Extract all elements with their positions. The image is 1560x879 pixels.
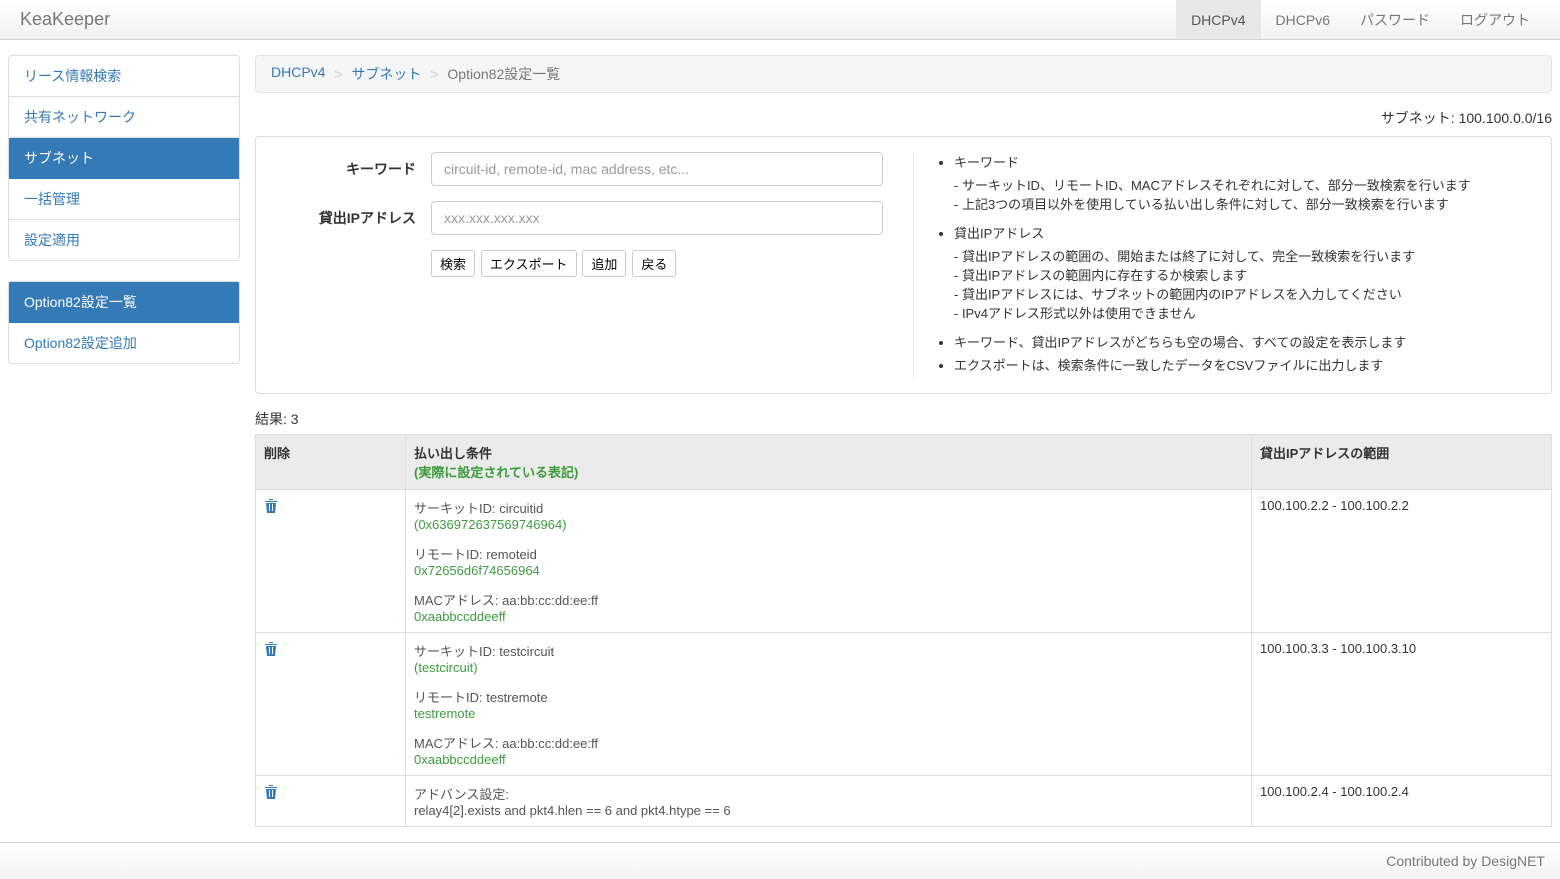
subnet-label: サブネット: 100.100.0.0/16	[255, 108, 1552, 128]
ip-range: 100.100.2.4 - 100.100.2.4	[1252, 776, 1552, 827]
sidebar-item-subnet[interactable]: サブネット	[9, 138, 239, 179]
circuit-id-label: サーキットID: circuitid	[414, 498, 1243, 517]
search-button[interactable]: 検索	[431, 250, 475, 277]
advanced-label: アドバンス設定:	[414, 784, 1243, 803]
mac-hex: 0xaabbccddeeff	[414, 609, 1243, 624]
sidebar-item-bulk[interactable]: 一括管理	[9, 179, 239, 220]
sidebar-item-option82-add[interactable]: Option82設定追加	[9, 323, 239, 363]
add-button[interactable]: 追加	[582, 250, 626, 277]
trash-icon[interactable]	[264, 784, 278, 800]
ip-label: 貸出IPアドレス	[281, 208, 431, 228]
sidebar-item-option82-list[interactable]: Option82設定一覧	[9, 282, 239, 323]
results-table: 削除 払い出し条件 (実際に設定されている表記) 貸出IPアドレスの範囲	[255, 434, 1552, 827]
help-keyword-l1: - サーキットID、リモートID、MACアドレスそれぞれに対して、部分一致検索を…	[954, 175, 1536, 194]
trash-icon[interactable]	[264, 498, 278, 514]
result-count: 結果: 3	[255, 409, 1552, 429]
navbar-nav: DHCPv4 DHCPv6 パスワード ログアウト	[1176, 0, 1545, 39]
remote-id-label: リモートID: testremote	[414, 687, 1243, 706]
remote-id-hex: 0x72656d6f74656964	[414, 563, 1243, 578]
footer: Contributed by DesigNET	[0, 842, 1560, 879]
keyword-label: キーワード	[281, 159, 431, 179]
nav-password[interactable]: パスワード	[1345, 0, 1445, 39]
help-ip-l4: - IPv4アドレス形式以外は使用できません	[954, 303, 1536, 322]
sidebar-secondary: Option82設定一覧 Option82設定追加	[8, 281, 240, 364]
export-button[interactable]: エクスポート	[481, 250, 577, 277]
help-section: キーワード - サーキットID、リモートID、MACアドレスそれぞれに対して、部…	[913, 152, 1536, 378]
col-condition: 払い出し条件 (実際に設定されている表記)	[406, 435, 1252, 490]
ip-range: 100.100.3.3 - 100.100.3.10	[1252, 633, 1552, 776]
mac-hex: 0xaabbccddeeff	[414, 752, 1243, 767]
breadcrumb-subnet[interactable]: サブネット	[351, 66, 421, 82]
help-export: エクスポートは、検索条件に一致したデータをCSVファイルに出力します	[954, 355, 1536, 374]
breadcrumb-current: Option82設定一覧	[447, 66, 560, 82]
ip-input[interactable]	[431, 201, 883, 235]
table-row: サーキットID: circuitid (0x636972637569746964…	[256, 490, 1552, 633]
help-ip-title: 貸出IPアドレス	[954, 223, 1536, 242]
sidebar-item-lease-search[interactable]: リース情報検索	[9, 56, 239, 97]
nav-dhcpv4[interactable]: DHCPv4	[1176, 0, 1260, 39]
help-ip-l2: - 貸出IPアドレスの範囲内に存在するか検索します	[954, 265, 1536, 284]
advanced-expr: relay4[2].exists and pkt4.hlen == 6 and …	[414, 803, 1243, 818]
table-row: サーキットID: testcircuit (testcircuit) リモートI…	[256, 633, 1552, 776]
col-range: 貸出IPアドレスの範囲	[1252, 435, 1552, 490]
keyword-input[interactable]	[431, 152, 883, 186]
sidebar-item-shared-network[interactable]: 共有ネットワーク	[9, 97, 239, 138]
breadcrumb-dhcpv4[interactable]: DHCPv4	[271, 64, 325, 80]
remote-id-hex: testremote	[414, 706, 1243, 721]
mac-label: MACアドレス: aa:bb:cc:dd:ee:ff	[414, 733, 1243, 752]
breadcrumb: DHCPv4 サブネット Option82設定一覧	[255, 55, 1552, 93]
back-button[interactable]: 戻る	[632, 250, 676, 277]
help-keyword-l2: - 上記3つの項目以外を使用している払い出し条件に対して、部分一致検索を行います	[954, 194, 1536, 213]
help-empty: キーワード、貸出IPアドレスがどちらも空の場合、すべての設定を表示します	[954, 332, 1536, 351]
circuit-id-hex: (testcircuit)	[414, 660, 1243, 675]
nav-dhcpv6[interactable]: DHCPv6	[1261, 0, 1345, 39]
sidebar-item-apply[interactable]: 設定適用	[9, 220, 239, 260]
sidebar-primary: リース情報検索 共有ネットワーク サブネット 一括管理 設定適用	[8, 55, 240, 261]
help-keyword-title: キーワード	[954, 152, 1536, 171]
ip-range: 100.100.2.2 - 100.100.2.2	[1252, 490, 1552, 633]
circuit-id-label: サーキットID: testcircuit	[414, 641, 1243, 660]
sidebar: リース情報検索 共有ネットワーク サブネット 一括管理 設定適用 Option8…	[8, 55, 240, 827]
brand[interactable]: KeaKeeper	[15, 9, 115, 30]
table-row: アドバンス設定: relay4[2].exists and pkt4.hlen …	[256, 776, 1552, 827]
nav-logout[interactable]: ログアウト	[1445, 0, 1545, 39]
col-delete: 削除	[256, 435, 406, 490]
circuit-id-hex: (0x636972637569746964)	[414, 517, 1243, 532]
search-panel: キーワード 貸出IPアドレス 検索 エクスポート 追加 戻る	[255, 136, 1552, 394]
navbar: KeaKeeper DHCPv4 DHCPv6 パスワード ログアウト	[0, 0, 1560, 40]
trash-icon[interactable]	[264, 641, 278, 657]
help-ip-l3: - 貸出IPアドレスには、サブネットの範囲内のIPアドレスを入力してください	[954, 284, 1536, 303]
search-form: キーワード 貸出IPアドレス 検索 エクスポート 追加 戻る	[271, 152, 893, 378]
main-content: DHCPv4 サブネット Option82設定一覧 サブネット: 100.100…	[255, 55, 1552, 827]
help-ip-l1: - 貸出IPアドレスの範囲の、開始または終了に対して、完全一致検索を行います	[954, 246, 1536, 265]
mac-label: MACアドレス: aa:bb:cc:dd:ee:ff	[414, 590, 1243, 609]
remote-id-label: リモートID: remoteid	[414, 544, 1243, 563]
